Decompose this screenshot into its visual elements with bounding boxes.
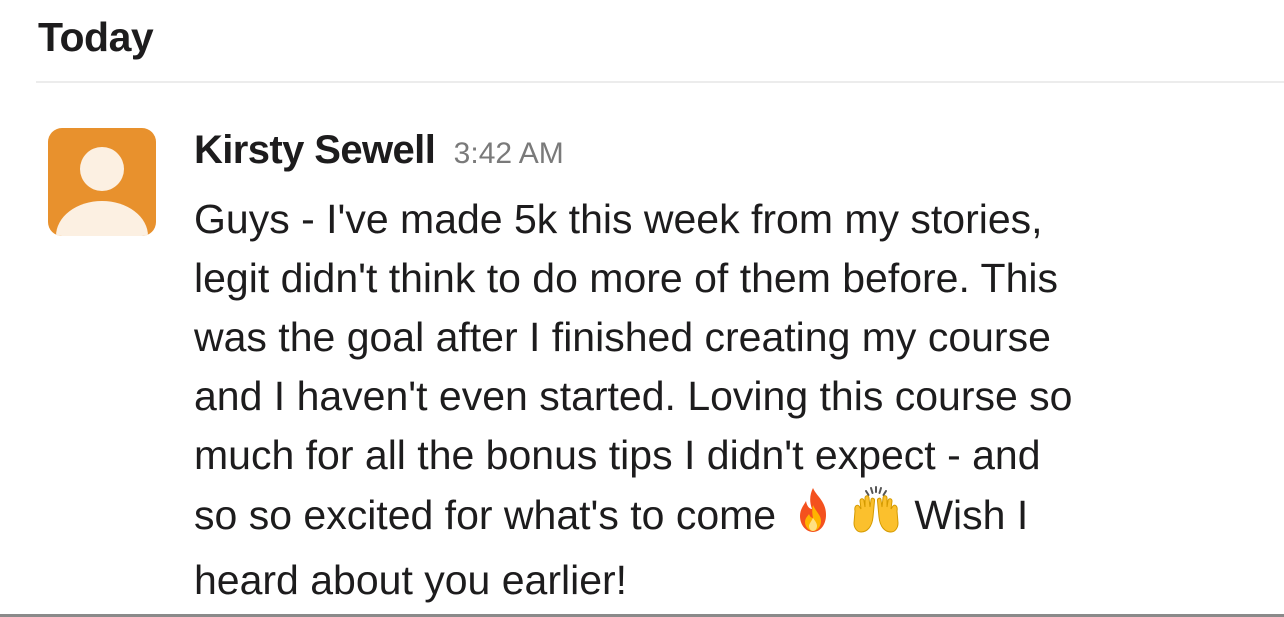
- fire-icon: [788, 485, 838, 551]
- sender-name[interactable]: Kirsty Sewell: [194, 128, 436, 172]
- message-line-text: Wish I: [914, 492, 1029, 538]
- message-line: Guys - I've made 5k this week from my st…: [194, 196, 1043, 242]
- message-line: so so excited for what's to come Wish I: [194, 485, 1274, 551]
- message-text: Guys - I've made 5k this week from my st…: [194, 190, 1274, 610]
- message-line: and I haven't even started. Loving this …: [194, 373, 1073, 419]
- message-line: much for all the bonus tips I didn't exp…: [194, 432, 1041, 478]
- message-line-text: so so excited for what's to come: [194, 492, 777, 538]
- message-header: Kirsty Sewell 3:42 AM: [194, 128, 564, 173]
- message-line: heard about you earlier!: [194, 557, 628, 603]
- avatar-head-shape: [80, 147, 124, 191]
- avatar-shoulders-shape: [56, 201, 148, 236]
- message-line: legit didn't think to do more of them be…: [194, 255, 1058, 301]
- day-divider-label: Today: [38, 14, 154, 60]
- user-avatar[interactable]: [48, 128, 156, 236]
- day-divider-line: [36, 81, 1284, 83]
- raising-hands-icon: [849, 485, 903, 551]
- message-line: was the goal after I finished creating m…: [194, 314, 1051, 360]
- message-timestamp[interactable]: 3:42 AM: [454, 137, 564, 170]
